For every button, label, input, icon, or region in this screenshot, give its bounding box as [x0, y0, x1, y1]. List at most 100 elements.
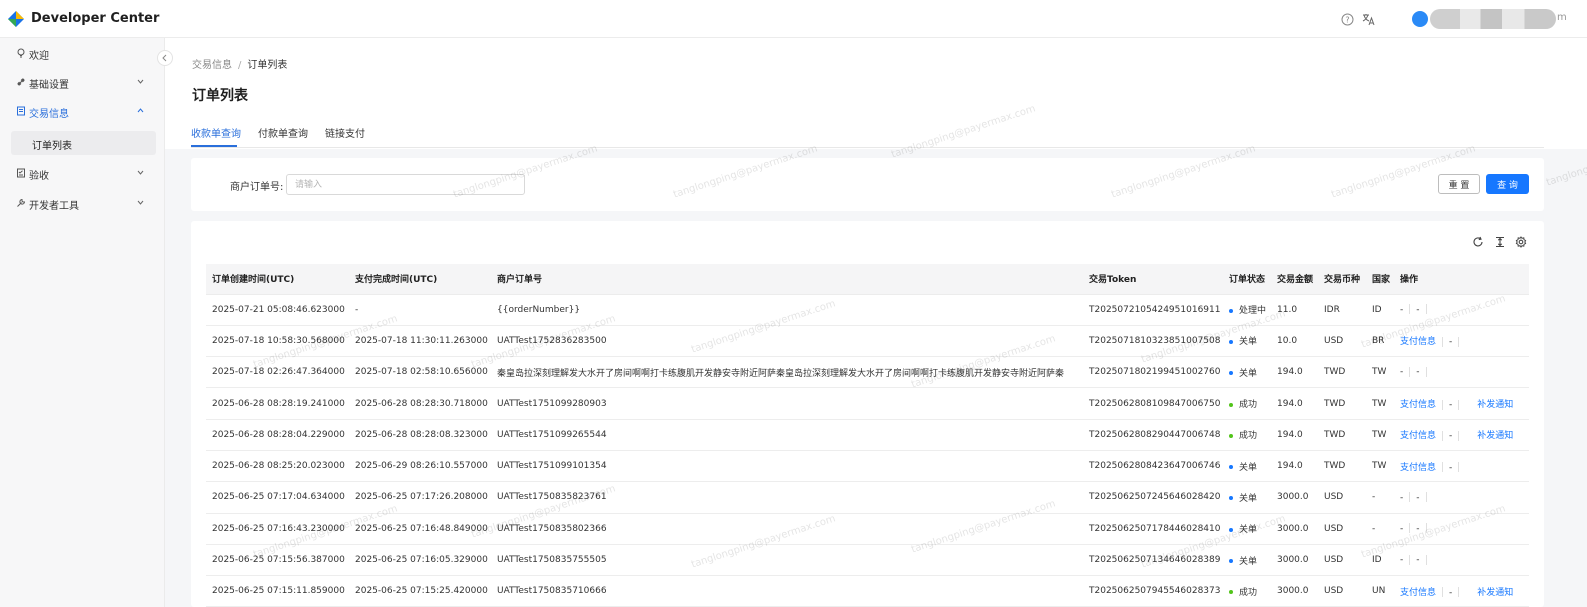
column-header-amount[interactable]: 交易金额 — [1271, 264, 1318, 295]
user-name-tail: m — [1557, 12, 1567, 23]
cell-token: T2025071810323851007508 — [1083, 325, 1223, 358]
cell-amount: 10.0 — [1271, 325, 1318, 358]
cell-token: T2025062507178446028410 — [1083, 513, 1223, 545]
action-placeholder: - — [1400, 492, 1404, 503]
payment-info-link[interactable]: 支付信息 — [1394, 585, 1436, 598]
action-divider — [1458, 430, 1460, 441]
checklist-icon — [17, 168, 25, 178]
query-button[interactable]: 查 询 — [1486, 174, 1529, 194]
cell-amount: 11.0 — [1271, 294, 1318, 326]
help-icon[interactable]: ? — [1341, 13, 1354, 26]
table-row: 2025-07-18 02:26:47.364000 2025-07-18 02:… — [206, 356, 1529, 389]
cell-paid-time: 2025-06-25 07:17:26.208000 — [349, 481, 491, 514]
cell-paid-time: 2025-06-25 07:16:05.329000 — [349, 544, 491, 577]
cell-amount: 3000.0 — [1271, 575, 1318, 607]
status-text: 处理中 — [1239, 306, 1267, 317]
cell-token: T2025072105424951016911 — [1083, 294, 1223, 326]
cell-paid-time: 2025-07-18 02:58:10.656000 — [349, 356, 491, 389]
action-divider — [1409, 304, 1411, 315]
breadcrumb-current: 订单列表 — [247, 60, 288, 71]
sidebar-item-label: 交易信息 — [29, 109, 69, 120]
action-divider — [1425, 492, 1427, 503]
user-name[interactable] — [1430, 9, 1556, 29]
status-text: 关单 — [1239, 525, 1258, 536]
action-divider — [1442, 587, 1444, 598]
sidebar-collapse-button[interactable] — [157, 50, 173, 66]
settings-icon[interactable] — [1515, 236, 1527, 248]
cell-token: T2025062507134646028389 — [1083, 544, 1223, 577]
cell-currency: TWD — [1318, 419, 1366, 451]
cell-merchant-order: UATTest1750835802366 — [491, 513, 1083, 545]
tab-payment-query[interactable]: 付款单查询 — [258, 125, 308, 140]
cell-paid-time: 2025-07-18 11:30:11.263000 — [349, 325, 491, 358]
tab-link-payment[interactable]: 链接支付 — [325, 125, 365, 140]
cell-created-time: 2025-07-18 02:26:47.364000 — [206, 356, 349, 389]
column-header-created-time[interactable]: 订单创建时间(UTC) — [206, 264, 349, 295]
resend-notification-link[interactable]: 补发通知 — [1465, 397, 1513, 410]
cell-merchant-order: UATTest1750835823761 — [491, 481, 1083, 514]
chevron-down-icon — [137, 200, 144, 205]
action-placeholder: - — [1449, 587, 1453, 598]
sidebar-item-transactions[interactable]: 交易信息 — [0, 100, 165, 122]
chevron-down-icon — [137, 170, 144, 175]
tab-receipt-query[interactable]: 收款单查询 — [191, 125, 241, 140]
payment-info-link[interactable]: 支付信息 — [1394, 428, 1436, 441]
cell-actions: 支付信息 - 补发通知 — [1394, 419, 1529, 451]
status-dot — [1229, 465, 1233, 470]
resend-notification-link[interactable]: 补发通知 — [1465, 428, 1513, 441]
reset-button[interactable]: 重 置 — [1438, 174, 1480, 194]
merchant-order-input[interactable] — [286, 174, 525, 195]
cell-country: UN — [1366, 575, 1394, 607]
payment-info-link[interactable]: 支付信息 — [1394, 397, 1436, 410]
refresh-icon[interactable] — [1472, 236, 1484, 248]
cell-created-time: 2025-06-28 08:28:04.229000 — [206, 419, 349, 451]
payment-info-link[interactable]: 支付信息 — [1394, 460, 1436, 473]
cell-status: 成功 — [1223, 387, 1271, 420]
column-height-icon[interactable] — [1494, 236, 1506, 248]
cell-country: TW — [1366, 419, 1394, 451]
column-header-currency[interactable]: 交易币种 — [1318, 264, 1366, 295]
sidebar-item-acceptance[interactable]: 验收 — [0, 162, 165, 184]
status-dot — [1229, 433, 1233, 438]
action-placeholder: - — [1400, 555, 1404, 566]
action-divider — [1458, 462, 1460, 473]
column-header-country[interactable]: 国家 — [1366, 264, 1394, 295]
cell-paid-time: 2025-06-25 07:15:25.420000 — [349, 575, 491, 607]
cell-paid-time: 2025-06-28 08:28:30.718000 — [349, 387, 491, 420]
sidebar-item-welcome[interactable]: 欢迎 — [0, 42, 165, 64]
user-avatar-icon[interactable] — [1412, 11, 1428, 27]
translate-icon[interactable] — [1362, 13, 1375, 26]
cell-actions: -- — [1394, 513, 1529, 545]
cell-token: T2025071802199451002760 — [1083, 356, 1223, 389]
cell-merchant-order: UATTest1751099265544 — [491, 419, 1083, 451]
action-placeholder: - — [1449, 400, 1453, 411]
chevron-left-icon — [162, 54, 167, 62]
table-row: 2025-06-25 07:16:43.230000 2025-06-25 07:… — [206, 513, 1529, 545]
active-tab-indicator — [191, 145, 237, 147]
column-header-status[interactable]: 订单状态 — [1223, 264, 1271, 295]
sidebar-item-basic-settings[interactable]: 基础设置 — [0, 71, 165, 93]
sidebar-item-dev-tools[interactable]: 开发者工具 — [0, 192, 165, 214]
sidebar-subitem-order-list[interactable]: 订单列表 — [11, 131, 156, 155]
cell-paid-time: 2025-06-28 08:28:08.323000 — [349, 419, 491, 451]
chevron-up-icon — [137, 108, 144, 113]
cell-country: - — [1366, 481, 1394, 514]
status-dot — [1229, 496, 1233, 501]
cell-status: 关单 — [1223, 481, 1271, 514]
cell-merchant-order: UATTest1750835710666 — [491, 575, 1083, 607]
cell-currency: USD — [1318, 575, 1366, 607]
cell-actions: -- — [1394, 356, 1529, 389]
document-icon — [17, 106, 25, 116]
column-header-paid-time[interactable]: 支付完成时间(UTC) — [349, 264, 491, 295]
sidebar: 欢迎 基础设置 交易信息 订单列表 验收 开发者工具 — [0, 38, 165, 607]
cell-actions: 支付信息 - 补发通知 — [1394, 387, 1529, 420]
payment-info-link[interactable]: 支付信息 — [1394, 334, 1436, 347]
tab-bar: 收款单查询 付款单查询 链接支付 — [191, 118, 1544, 148]
action-divider — [1442, 336, 1444, 347]
column-header-merchant-order[interactable]: 商户订单号 — [491, 264, 1083, 295]
cell-status: 关单 — [1223, 513, 1271, 545]
column-header-token[interactable]: 交易Token — [1083, 264, 1223, 295]
breadcrumb-parent[interactable]: 交易信息 — [192, 60, 232, 71]
resend-notification-link[interactable]: 补发通知 — [1465, 585, 1513, 598]
cell-currency: IDR — [1318, 294, 1366, 326]
